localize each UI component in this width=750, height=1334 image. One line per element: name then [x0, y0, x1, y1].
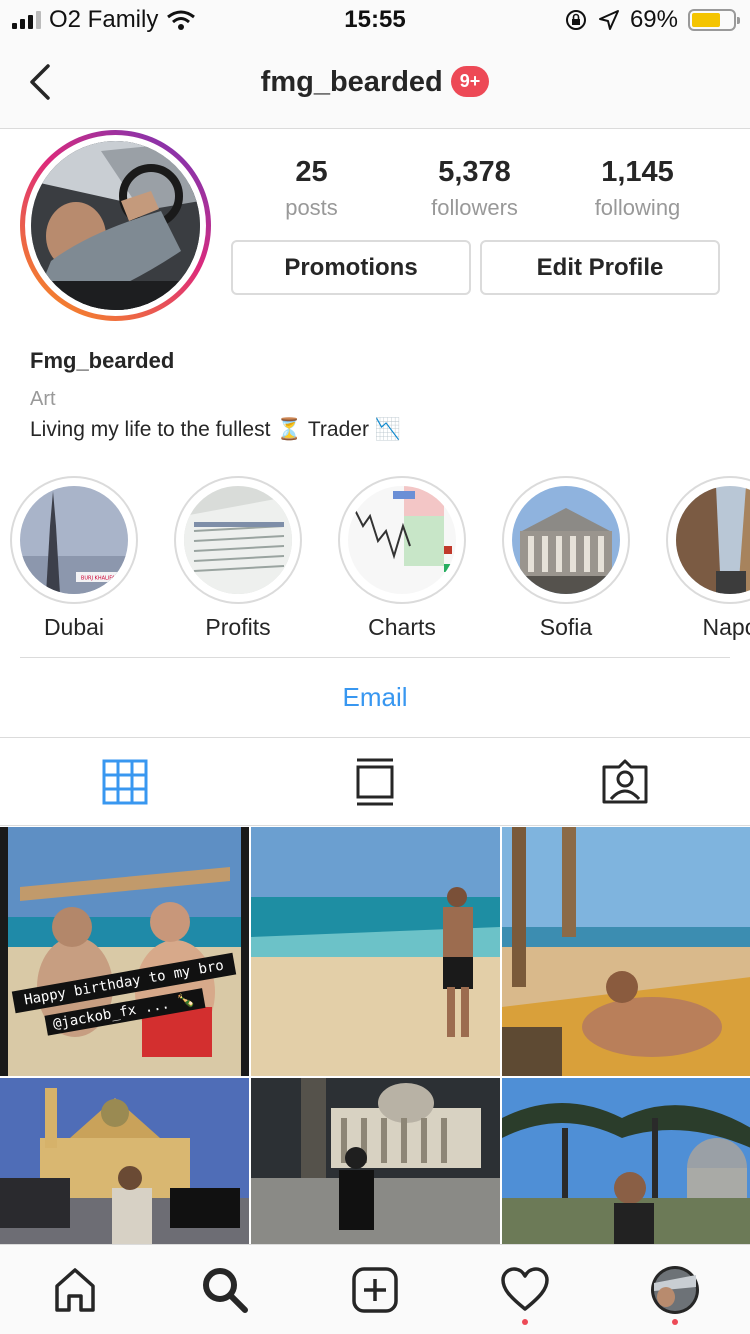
highlight-dubai[interactable]: BURJ KHALIFA Dubai	[10, 476, 138, 641]
email-button[interactable]: Email	[0, 682, 750, 713]
following-count: 1,145	[601, 156, 674, 188]
profile-category: Art	[30, 388, 56, 410]
divider	[20, 657, 730, 658]
highlight-label: Charts	[368, 614, 436, 640]
highlight-napo-image	[676, 486, 750, 594]
nav-add[interactable]	[300, 1245, 450, 1334]
nav-search[interactable]	[150, 1245, 300, 1334]
post-image	[251, 827, 500, 1076]
display-name: Fmg_bearded	[30, 348, 175, 373]
feed-icon	[356, 758, 394, 806]
status-bar: O2 Family 15:55 69%	[0, 0, 750, 40]
avatar-photo	[31, 141, 200, 310]
post-image	[502, 827, 750, 1076]
highlight-label: Profits	[205, 614, 271, 640]
post-thumbnail[interactable]	[502, 827, 750, 1076]
highlight-label: Sofia	[539, 614, 593, 640]
highlight-profits[interactable]: Profits	[174, 476, 302, 641]
highlight-sofia[interactable]: Sofia	[502, 476, 630, 641]
highlight-label: Napo	[702, 614, 750, 640]
highlight-charts[interactable]: Charts	[338, 476, 466, 641]
username-text: fmg_bearded	[260, 66, 443, 98]
rotation-lock-icon	[565, 10, 586, 30]
search-icon	[203, 1268, 248, 1313]
profile-tabs	[0, 737, 750, 826]
followers-label: followers	[431, 195, 518, 220]
nav-home[interactable]	[0, 1245, 150, 1334]
battery-icon	[688, 9, 740, 31]
home-icon	[55, 1268, 95, 1312]
heart-icon	[501, 1267, 549, 1311]
post-image	[251, 1078, 500, 1244]
nav-profile[interactable]	[600, 1245, 750, 1334]
activity-dot	[522, 1319, 528, 1325]
location-icon	[598, 10, 619, 30]
edit-profile-button[interactable]: Edit Profile	[480, 240, 720, 295]
bottom-navbar	[0, 1244, 750, 1334]
profile-stats: 25 posts 5,378 followers 1,145 following	[230, 156, 720, 221]
post-image	[502, 1078, 750, 1244]
battery-percent: 69%	[629, 6, 678, 33]
profile-avatar[interactable]	[20, 130, 211, 321]
highlight-sofia-image	[512, 486, 620, 594]
post-image	[0, 1078, 249, 1244]
tab-tagged[interactable]	[500, 738, 750, 826]
highlight-profits-image	[184, 486, 292, 594]
posts-label: posts	[285, 195, 338, 220]
highlight-charts-image	[348, 486, 456, 594]
top-navbar: fmg_bearded 9+	[0, 40, 750, 129]
highlight-napo[interactable]: Napo	[666, 476, 750, 641]
profile-icon	[651, 1266, 699, 1314]
highlight-dubai-sign: BURJ KHALIFA	[81, 576, 116, 582]
status-right: 69%	[564, 6, 740, 34]
post-thumbnail[interactable]	[251, 827, 500, 1076]
bio-text: Living my life to the fullest ⏳ Trader 📉	[30, 418, 401, 441]
followers-count: 5,378	[438, 156, 511, 188]
nav-activity[interactable]	[450, 1245, 600, 1334]
notification-badge: 9+	[450, 66, 490, 97]
post-image: Happy birthday to my bro @jackob_fx ... …	[0, 827, 249, 1076]
following-label: following	[594, 195, 681, 220]
posts-stat[interactable]: 25 posts	[230, 156, 393, 221]
highlight-label: Dubai	[43, 614, 105, 640]
posts-count: 25	[295, 156, 328, 188]
tab-feed[interactable]	[250, 738, 500, 826]
followers-stat[interactable]: 5,378 followers	[393, 156, 556, 221]
profile-dot	[672, 1319, 678, 1325]
tagged-icon	[602, 759, 648, 804]
username-title[interactable]: fmg_bearded 9+	[0, 66, 750, 99]
post-thumbnail[interactable]: Happy birthday to my bro @jackob_fx ... …	[0, 827, 249, 1076]
following-stat[interactable]: 1,145 following	[556, 156, 719, 221]
promotions-button[interactable]: Promotions	[231, 240, 471, 295]
tab-grid[interactable]	[0, 738, 250, 826]
grid-icon	[102, 759, 148, 805]
highlight-dubai-image: BURJ KHALIFA	[20, 486, 128, 594]
add-icon	[352, 1267, 398, 1313]
